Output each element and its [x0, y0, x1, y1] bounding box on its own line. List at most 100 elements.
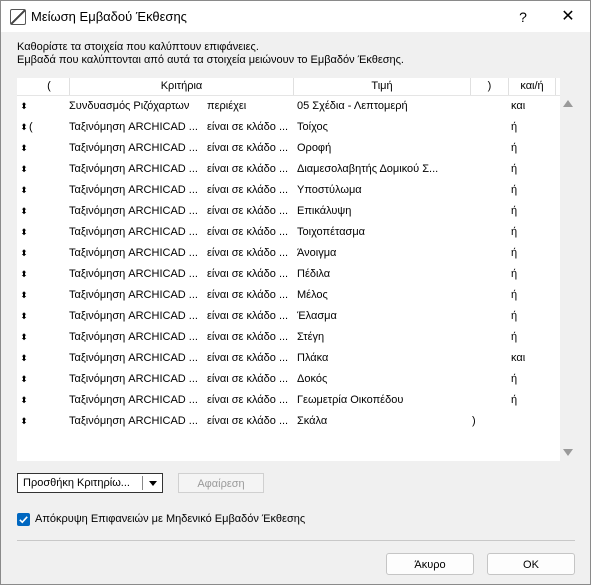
- cell-right-paren[interactable]: [472, 138, 480, 159]
- cell-and-or[interactable]: ή: [511, 159, 541, 180]
- cell-left-paren[interactable]: [29, 138, 37, 159]
- cell-operator[interactable]: είναι σε κλάδο ...: [207, 138, 299, 159]
- drag-handle-icon[interactable]: ⬍: [19, 201, 29, 222]
- table-row[interactable]: ⬍(Ταξινόμηση ARCHICAD ... είναι σε κλάδο …: [17, 117, 560, 138]
- cell-left-paren[interactable]: [29, 390, 37, 411]
- drag-handle-icon[interactable]: ⬍: [19, 306, 29, 327]
- cell-value[interactable]: Έλασμα: [297, 306, 477, 327]
- cell-criteria[interactable]: Ταξινόμηση ARCHICAD ...: [69, 159, 205, 180]
- cell-criteria[interactable]: Ταξινόμηση ARCHICAD ...: [69, 390, 205, 411]
- table-row[interactable]: ⬍ Ταξινόμηση ARCHICAD ... είναι σε κλάδο .…: [17, 369, 560, 390]
- help-button[interactable]: ?: [513, 7, 533, 27]
- drag-handle-icon[interactable]: ⬍: [19, 411, 29, 432]
- table-row[interactable]: ⬍ Ταξινόμηση ARCHICAD ... είναι σε κλάδο .…: [17, 159, 560, 180]
- table-row[interactable]: ⬍ Ταξινόμηση ARCHICAD ... είναι σε κλάδο .…: [17, 201, 560, 222]
- cell-value[interactable]: Οροφή: [297, 138, 477, 159]
- cell-operator[interactable]: είναι σε κλάδο ...: [207, 243, 299, 264]
- cell-right-paren[interactable]: [472, 285, 480, 306]
- cell-operator[interactable]: είναι σε κλάδο ...: [207, 117, 299, 138]
- cell-value[interactable]: Σκάλα: [297, 411, 477, 432]
- cell-operator[interactable]: είναι σε κλάδο ...: [207, 222, 299, 243]
- cell-criteria[interactable]: Συνδυασμός Ριζόχαρτων: [69, 96, 205, 117]
- cell-left-paren[interactable]: [29, 96, 37, 117]
- cell-operator[interactable]: περιέχει: [207, 96, 299, 117]
- cell-value[interactable]: Πέδιλα: [297, 264, 477, 285]
- cell-operator[interactable]: είναι σε κλάδο ...: [207, 348, 299, 369]
- header-right-paren[interactable]: ): [471, 78, 509, 95]
- drag-handle-icon[interactable]: ⬍: [19, 96, 29, 117]
- table-row[interactable]: ⬍ Ταξινόμηση ARCHICAD ... είναι σε κλάδο .…: [17, 264, 560, 285]
- vertical-scrollbar[interactable]: [560, 78, 575, 461]
- table-row[interactable]: ⬍ Ταξινόμηση ARCHICAD ... είναι σε κλάδο .…: [17, 306, 560, 327]
- cell-right-paren[interactable]: [472, 327, 480, 348]
- drag-handle-icon[interactable]: ⬍: [19, 159, 29, 180]
- drag-handle-icon[interactable]: ⬍: [19, 222, 29, 243]
- cell-operator[interactable]: είναι σε κλάδο ...: [207, 369, 299, 390]
- cell-value[interactable]: Τοιχοπέτασμα: [297, 222, 477, 243]
- drag-handle-icon[interactable]: ⬍: [19, 138, 29, 159]
- cell-and-or[interactable]: ή: [511, 390, 541, 411]
- cell-value[interactable]: Στέγη: [297, 327, 477, 348]
- cell-right-paren[interactable]: ): [472, 411, 480, 432]
- cell-left-paren[interactable]: [29, 411, 37, 432]
- cell-right-paren[interactable]: [472, 390, 480, 411]
- table-row[interactable]: ⬍ Ταξινόμηση ARCHICAD ... είναι σε κλάδο .…: [17, 243, 560, 264]
- cell-criteria[interactable]: Ταξινόμηση ARCHICAD ...: [69, 201, 205, 222]
- cell-and-or[interactable]: ή: [511, 306, 541, 327]
- table-row[interactable]: ⬍ Συνδυασμός Ριζόχαρτων περιέχει 05 Σχέδια …: [17, 96, 560, 117]
- cell-value[interactable]: Διαμεσολαβητής Δομικού Σ...: [297, 159, 477, 180]
- cell-right-paren[interactable]: [472, 243, 480, 264]
- header-value[interactable]: Τιμή: [294, 78, 471, 95]
- drag-handle-icon[interactable]: ⬍: [19, 348, 29, 369]
- cell-criteria[interactable]: Ταξινόμηση ARCHICAD ...: [69, 180, 205, 201]
- drag-handle-icon[interactable]: ⬍: [19, 369, 29, 390]
- table-row[interactable]: ⬍ Ταξινόμηση ARCHICAD ... είναι σε κλάδο .…: [17, 222, 560, 243]
- cell-left-paren[interactable]: [29, 222, 37, 243]
- drag-handle-icon[interactable]: ⬍: [19, 243, 29, 264]
- cell-right-paren[interactable]: [472, 117, 480, 138]
- cell-right-paren[interactable]: [472, 96, 480, 117]
- cell-left-paren[interactable]: [29, 369, 37, 390]
- table-row[interactable]: ⬍ Ταξινόμηση ARCHICAD ... είναι σε κλάδο .…: [17, 390, 560, 411]
- chevron-down-icon[interactable]: [149, 481, 157, 486]
- cell-right-paren[interactable]: [472, 264, 480, 285]
- cell-operator[interactable]: είναι σε κλάδο ...: [207, 285, 299, 306]
- cell-operator[interactable]: είναι σε κλάδο ...: [207, 201, 299, 222]
- cell-criteria[interactable]: Ταξινόμηση ARCHICAD ...: [69, 411, 205, 432]
- cell-criteria[interactable]: Ταξινόμηση ARCHICAD ...: [69, 243, 205, 264]
- hide-zero-area-checkbox[interactable]: [17, 513, 30, 526]
- drag-handle-icon[interactable]: ⬍: [19, 327, 29, 348]
- drag-handle-icon[interactable]: ⬍: [19, 285, 29, 306]
- cell-left-paren[interactable]: [29, 348, 37, 369]
- scroll-down-icon[interactable]: [563, 449, 573, 456]
- cell-right-paren[interactable]: [472, 306, 480, 327]
- hide-zero-area-label[interactable]: Απόκρυψη Επιφανειών με Μηδενικό Εμβαδόν …: [35, 513, 305, 525]
- cell-and-or[interactable]: και: [511, 348, 541, 369]
- cell-operator[interactable]: είναι σε κλάδο ...: [207, 264, 299, 285]
- cell-criteria[interactable]: Ταξινόμηση ARCHICAD ...: [69, 264, 205, 285]
- drag-handle-icon[interactable]: ⬍: [19, 264, 29, 285]
- table-row[interactable]: ⬍ Ταξινόμηση ARCHICAD ... είναι σε κλάδο .…: [17, 285, 560, 306]
- cell-right-paren[interactable]: [472, 369, 480, 390]
- cell-criteria[interactable]: Ταξινόμηση ARCHICAD ...: [69, 285, 205, 306]
- cell-and-or[interactable]: και: [511, 96, 541, 117]
- cell-right-paren[interactable]: [472, 348, 480, 369]
- table-row[interactable]: ⬍ Ταξινόμηση ARCHICAD ... είναι σε κλάδο .…: [17, 348, 560, 369]
- cell-right-paren[interactable]: [472, 159, 480, 180]
- cell-value[interactable]: Άνοιγμα: [297, 243, 477, 264]
- cell-value[interactable]: Δοκός: [297, 369, 477, 390]
- cell-and-or[interactable]: ή: [511, 117, 541, 138]
- cell-and-or[interactable]: ή: [511, 180, 541, 201]
- cell-left-paren[interactable]: (: [29, 117, 37, 138]
- cell-operator[interactable]: είναι σε κλάδο ...: [207, 159, 299, 180]
- cell-right-paren[interactable]: [472, 201, 480, 222]
- cell-and-or[interactable]: ή: [511, 369, 541, 390]
- table-row[interactable]: ⬍ Ταξινόμηση ARCHICAD ... είναι σε κλάδο .…: [17, 411, 560, 432]
- table-row[interactable]: ⬍ Ταξινόμηση ARCHICAD ... είναι σε κλάδο .…: [17, 180, 560, 201]
- drag-handle-icon[interactable]: ⬍: [19, 180, 29, 201]
- table-row[interactable]: ⬍ Ταξινόμηση ARCHICAD ... είναι σε κλάδο .…: [17, 138, 560, 159]
- cell-left-paren[interactable]: [29, 243, 37, 264]
- cell-and-or[interactable]: ή: [511, 243, 541, 264]
- cell-value[interactable]: Πλάκα: [297, 348, 477, 369]
- cell-operator[interactable]: είναι σε κλάδο ...: [207, 411, 299, 432]
